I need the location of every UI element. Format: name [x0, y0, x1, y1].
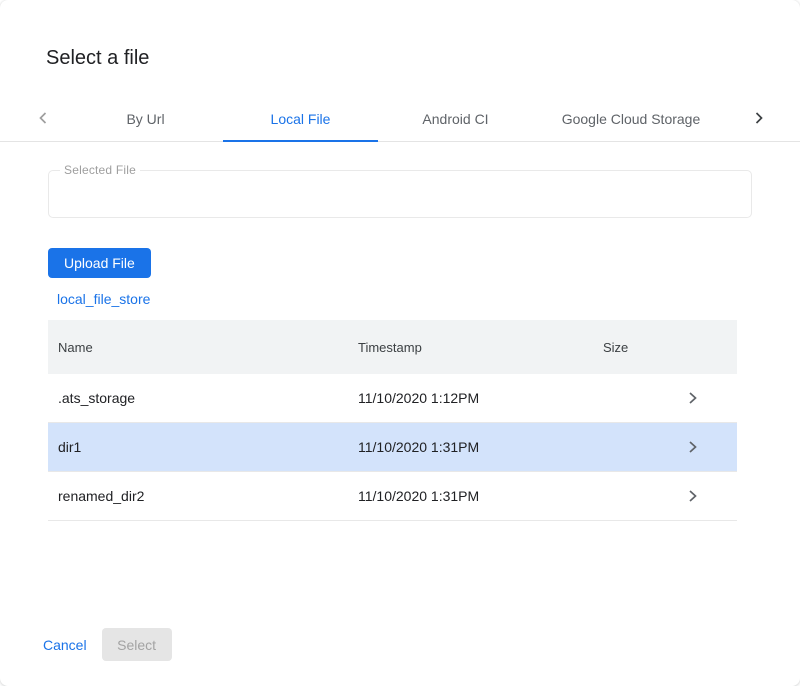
cancel-button[interactable]: Cancel: [43, 637, 87, 653]
column-header-timestamp: Timestamp: [358, 340, 603, 355]
table-row[interactable]: renamed_dir2 11/10/2020 1:31PM: [48, 472, 737, 521]
chevron-right-icon[interactable]: [687, 439, 698, 455]
select-file-dialog: Select a file By Url Local File Android …: [0, 0, 800, 686]
file-timestamp: 11/10/2020 1:31PM: [358, 439, 603, 455]
tabs-scroll-right-button[interactable]: [746, 97, 772, 141]
tab-bar: By Url Local File Android CI Google Clou…: [0, 97, 800, 142]
chevron-right-icon[interactable]: [687, 488, 698, 504]
active-tab-indicator: [223, 140, 378, 142]
tab-label: Android CI: [422, 111, 488, 127]
tab-google-cloud-storage[interactable]: Google Cloud Storage: [533, 97, 729, 141]
tab-label: Local File: [271, 111, 331, 127]
file-timestamp: 11/10/2020 1:31PM: [358, 488, 603, 504]
selected-file-input[interactable]: [49, 171, 751, 217]
table-row[interactable]: dir1 11/10/2020 1:31PM: [48, 423, 737, 472]
dialog-footer: Cancel Select: [43, 628, 172, 661]
column-header-name: Name: [58, 340, 358, 355]
file-table: Name Timestamp Size .ats_storage 11/10/2…: [48, 320, 737, 521]
column-header-size: Size: [603, 340, 647, 355]
tab-local-file[interactable]: Local File: [223, 97, 378, 141]
chevron-left-icon: [37, 111, 49, 128]
file-name: renamed_dir2: [58, 488, 358, 504]
table-header-row: Name Timestamp Size: [48, 320, 737, 374]
file-timestamp: 11/10/2020 1:12PM: [358, 390, 603, 406]
dialog-content: Selected File Upload File local_file_sto…: [0, 170, 800, 521]
tab-android-ci[interactable]: Android CI: [378, 97, 533, 141]
tabs-scroll-left-button[interactable]: [30, 97, 56, 141]
tab-label: Google Cloud Storage: [562, 111, 701, 127]
selected-file-field: Selected File: [48, 170, 752, 218]
file-name: .ats_storage: [58, 390, 358, 406]
select-button[interactable]: Select: [102, 628, 172, 661]
breadcrumb-local-file-store[interactable]: local_file_store: [57, 291, 150, 307]
chevron-right-icon: [753, 111, 765, 128]
dialog-title: Select a file: [0, 0, 800, 70]
tab-label: By Url: [126, 111, 164, 127]
file-name: dir1: [58, 439, 358, 455]
tab-list: By Url Local File Android CI Google Clou…: [68, 97, 800, 141]
chevron-right-icon[interactable]: [687, 390, 698, 406]
tab-by-url[interactable]: By Url: [68, 97, 223, 141]
table-row[interactable]: .ats_storage 11/10/2020 1:12PM: [48, 374, 737, 423]
upload-file-button[interactable]: Upload File: [48, 248, 151, 278]
